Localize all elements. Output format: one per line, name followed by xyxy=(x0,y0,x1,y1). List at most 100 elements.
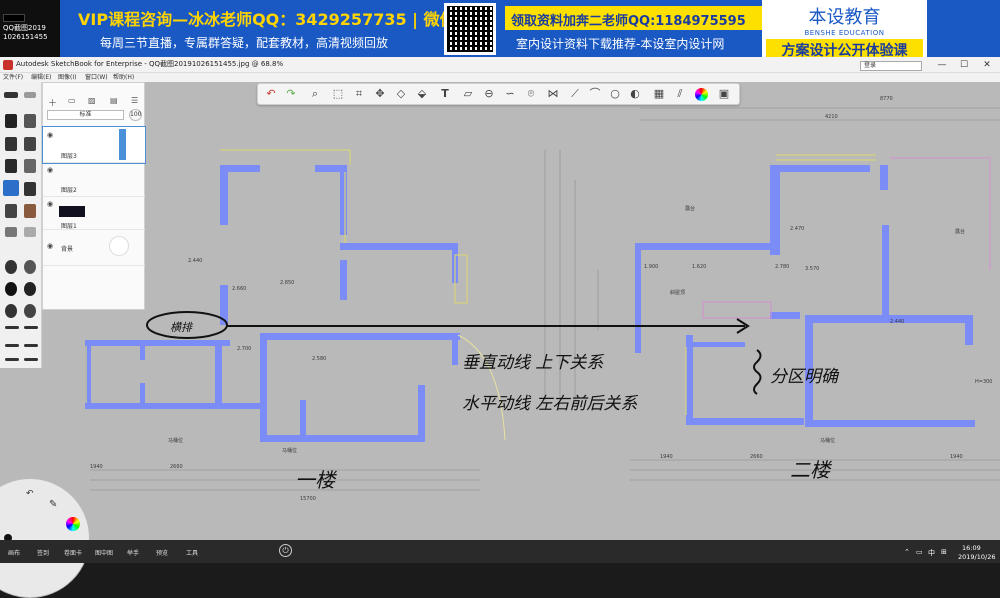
stipple-brush-icon[interactable] xyxy=(24,282,36,296)
layer-row-1[interactable]: ◉ 图层1 xyxy=(43,197,145,230)
menu-help[interactable]: 帮助(H) xyxy=(113,73,134,82)
select-icon[interactable]: ⬚ xyxy=(331,87,345,101)
layer-lock-bar[interactable] xyxy=(119,129,126,160)
ballpoint-brush-icon[interactable] xyxy=(5,159,17,173)
brush-library-icon[interactable]: ⫽ xyxy=(673,87,687,101)
distort-icon[interactable]: ◇ xyxy=(394,87,408,101)
tab-raise-hand[interactable]: 举手 xyxy=(127,548,139,557)
tab-picture-in-picture[interactable]: 图中图 xyxy=(95,548,113,557)
volume-icon[interactable]: ▭ xyxy=(916,548,923,556)
menu-window[interactable]: 窗口(W) xyxy=(85,73,108,82)
ellipse-guide-icon[interactable]: ⊖ xyxy=(482,87,496,101)
layer-row-background[interactable]: ◉ 背景 xyxy=(43,230,145,266)
undo-icon[interactable]: ↶ xyxy=(264,87,278,101)
power-icon[interactable]: ⏻ xyxy=(279,544,292,557)
arrow-brush-icon[interactable] xyxy=(5,358,19,361)
tab-tools[interactable]: 工具 xyxy=(186,548,198,557)
transform-icon[interactable]: ✥ xyxy=(373,87,387,101)
clock-time[interactable]: 16:09 xyxy=(962,544,981,552)
perspective-icon[interactable]: ⌾ xyxy=(524,87,538,101)
layer-name: 图层1 xyxy=(61,223,77,230)
french-curve-icon[interactable]: ∽ xyxy=(503,87,517,101)
wave-brush-icon[interactable] xyxy=(24,326,38,329)
puck-brush-icon[interactable]: ✎ xyxy=(49,499,57,510)
drawing-canvas[interactable]: 2.660 2.850 2.440 2.700 2.580 马桶位 马桶位 露台… xyxy=(0,82,1000,540)
ime-indicator[interactable]: 中 xyxy=(928,548,935,558)
palette-header-icon[interactable] xyxy=(4,92,18,98)
ink-brush-icon[interactable] xyxy=(24,137,36,151)
scatter-brush-icon[interactable] xyxy=(24,304,36,318)
eraser-brush-icon[interactable] xyxy=(5,204,17,218)
ellipse-icon[interactable]: ○ xyxy=(608,87,622,101)
svg-text:马桶位: 马桶位 xyxy=(168,437,183,444)
copic-library-icon[interactable]: ▣ xyxy=(717,87,731,101)
svg-text:2.700: 2.700 xyxy=(237,346,251,352)
smudge-brush-icon[interactable] xyxy=(5,227,17,237)
text-icon[interactable]: T xyxy=(438,87,452,101)
folder-icon[interactable]: ▭ xyxy=(68,96,76,105)
symmetry-icon[interactable]: ⋈ xyxy=(546,87,560,101)
tab-answer-card[interactable]: 卷面卡 xyxy=(64,548,82,557)
crop-icon[interactable]: ⌗ xyxy=(352,87,366,101)
puck-undo-icon[interactable]: ↶ xyxy=(26,489,34,499)
merge-layer-icon[interactable]: ▤ xyxy=(110,96,118,105)
layer-row-3[interactable]: ◉ 图层3 xyxy=(42,126,146,164)
ruler-icon[interactable]: ▱ xyxy=(461,87,475,101)
tab-preview[interactable]: 预览 xyxy=(156,548,168,557)
airbrush-icon[interactable] xyxy=(24,182,36,196)
redo-icon[interactable]: ↷ xyxy=(284,87,298,101)
user-login-dropdown[interactable]: 登录 xyxy=(860,61,922,71)
visibility-eye-icon[interactable]: ◉ xyxy=(47,131,53,139)
visibility-eye-icon[interactable]: ◉ xyxy=(47,200,53,208)
blend-mode-select[interactable]: 标准 xyxy=(47,110,124,120)
opacity-value[interactable]: 100 xyxy=(129,109,142,121)
menu-image[interactable]: 图像(I) xyxy=(58,73,76,82)
weekly-text: 每周三节直播，专属群答疑，配套教材，高清视频回放 xyxy=(100,36,389,50)
dot-brush-icon[interactable] xyxy=(5,304,17,318)
blur-brush-icon[interactable] xyxy=(24,227,36,237)
pencil-brush-icon[interactable] xyxy=(5,114,17,128)
tab-canvas[interactable]: 画布 xyxy=(8,548,20,557)
marker-brush-icon[interactable] xyxy=(24,114,36,128)
network-icon[interactable]: ⊞ xyxy=(941,548,947,556)
visibility-eye-icon[interactable]: ◉ xyxy=(47,166,53,174)
stitch-brush-icon[interactable] xyxy=(24,344,38,347)
chain-brush-icon[interactable] xyxy=(5,344,19,347)
color-wheel-icon[interactable] xyxy=(695,88,708,101)
layer-menu-icon[interactable]: ☰ xyxy=(131,96,138,105)
fineliner-brush-icon[interactable] xyxy=(24,159,36,173)
stroke-tool-icon[interactable]: ⟋ xyxy=(568,87,582,101)
color-fill-icon[interactable]: ◐ xyxy=(628,87,642,101)
svg-text:8770: 8770 xyxy=(880,96,893,102)
spray-brush-icon[interactable] xyxy=(5,282,17,296)
minimize-button[interactable]: — xyxy=(932,58,952,72)
svg-text:15700: 15700 xyxy=(300,496,316,502)
dash-brush-icon[interactable] xyxy=(24,358,38,361)
layer-row-2[interactable]: ◉ 图层2 xyxy=(43,163,145,197)
close-button[interactable]: ✕ xyxy=(977,58,997,72)
line-brush-icon[interactable] xyxy=(5,326,19,329)
clock-date[interactable]: 2019/10/26 xyxy=(958,553,995,561)
splatter-brush-icon[interactable] xyxy=(5,260,17,274)
texture-brush-icon[interactable] xyxy=(24,260,36,274)
palette-menu-icon[interactable] xyxy=(24,92,36,98)
banner-right-fill xyxy=(927,0,1000,57)
layer-editor-icon[interactable]: ▦ xyxy=(652,87,666,101)
tab-checkin[interactable]: 签到 xyxy=(37,548,49,557)
zoom-icon[interactable]: ⌕ xyxy=(308,87,322,101)
add-layer-icon[interactable]: ＋ xyxy=(48,96,57,109)
visibility-eye-icon[interactable]: ◉ xyxy=(47,242,53,250)
tray-arrow-icon[interactable]: ⌃ xyxy=(904,548,910,556)
selected-brush-icon[interactable] xyxy=(3,180,19,196)
menu-file[interactable]: 文件(F) xyxy=(3,73,23,82)
image-layer-icon[interactable]: ▨ xyxy=(88,96,96,105)
maximize-button[interactable]: ☐ xyxy=(954,58,974,72)
layer-name: 图层2 xyxy=(61,187,77,194)
pen-brush-icon[interactable] xyxy=(5,137,17,151)
puck-color-icon[interactable] xyxy=(66,517,80,531)
flood-fill-icon[interactable]: ⬙ xyxy=(415,87,429,101)
chisel-brush-icon[interactable] xyxy=(24,204,36,218)
line-icon[interactable]: ⌒ xyxy=(588,87,602,101)
background-color-swatch[interactable] xyxy=(109,236,129,256)
menu-edit[interactable]: 编辑(E) xyxy=(31,73,51,82)
